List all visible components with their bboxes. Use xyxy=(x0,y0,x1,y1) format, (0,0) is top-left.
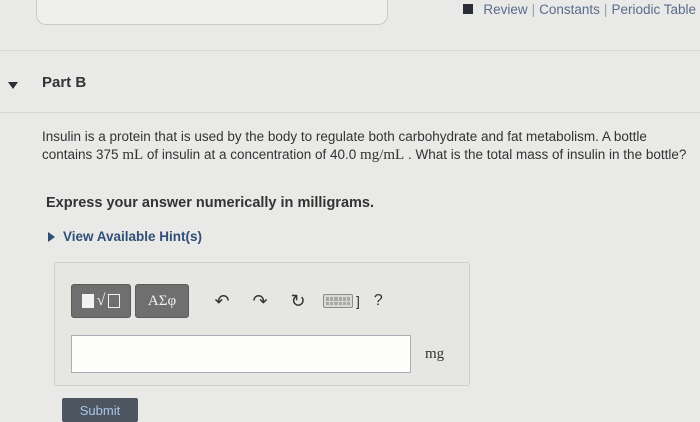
submit-button[interactable]: Submit xyxy=(62,398,138,422)
concentration-unit: mg/mL xyxy=(360,147,405,163)
keyboard-shortcuts-icon[interactable] xyxy=(323,294,353,308)
answer-unit: mg xyxy=(425,346,445,362)
redo-icon[interactable]: ↷ xyxy=(247,288,273,314)
periodic-table-link[interactable]: Periodic Table xyxy=(611,2,696,17)
radical-icon: √ xyxy=(96,292,106,309)
top-links: Review | Constants | Periodic Table xyxy=(463,0,700,18)
expand-triangle-icon xyxy=(48,231,55,242)
undo-icon[interactable]: ↶ xyxy=(209,288,235,314)
question-text-segment: . What is the total mass of insulin in t… xyxy=(404,147,687,162)
template-block-icon xyxy=(81,294,94,308)
section-divider xyxy=(0,112,700,113)
math-toolbar: √ ΑΣφ ↶ ↷ ↻ ] ? xyxy=(71,284,383,318)
link-separator: | xyxy=(603,1,608,17)
templates-button[interactable]: √ xyxy=(71,284,131,318)
constants-link[interactable]: Constants xyxy=(539,2,600,17)
question-text: Insulin is a protein that is used by the… xyxy=(42,128,692,164)
reset-icon[interactable]: ↻ xyxy=(285,288,311,314)
answer-panel: √ ΑΣφ ↶ ↷ ↻ ] ? mg xyxy=(54,262,470,386)
question-text-segment: of insulin at a concentration of 40.0 xyxy=(143,147,361,162)
hint-label: View Available Hint(s) xyxy=(63,229,203,244)
help-button[interactable]: ? xyxy=(374,292,383,310)
review-link[interactable]: Review xyxy=(483,2,527,17)
greek-symbols-button[interactable]: ΑΣφ xyxy=(135,284,189,318)
hint-toggle[interactable]: View Available Hint(s) xyxy=(48,229,202,244)
previous-part-tab xyxy=(36,0,388,25)
keyboard-bracket: ] xyxy=(356,293,360,309)
menu-square-icon xyxy=(463,4,474,14)
section-divider xyxy=(0,50,700,51)
answer-instruction: Express your answer numerically in milli… xyxy=(46,195,374,211)
collapse-caret-icon[interactable] xyxy=(8,82,18,89)
link-separator: | xyxy=(531,1,536,17)
answer-input[interactable] xyxy=(71,335,411,373)
template-box-icon xyxy=(108,294,121,308)
part-title[interactable]: Part B xyxy=(42,74,86,91)
volume-unit: mL xyxy=(122,147,144,163)
